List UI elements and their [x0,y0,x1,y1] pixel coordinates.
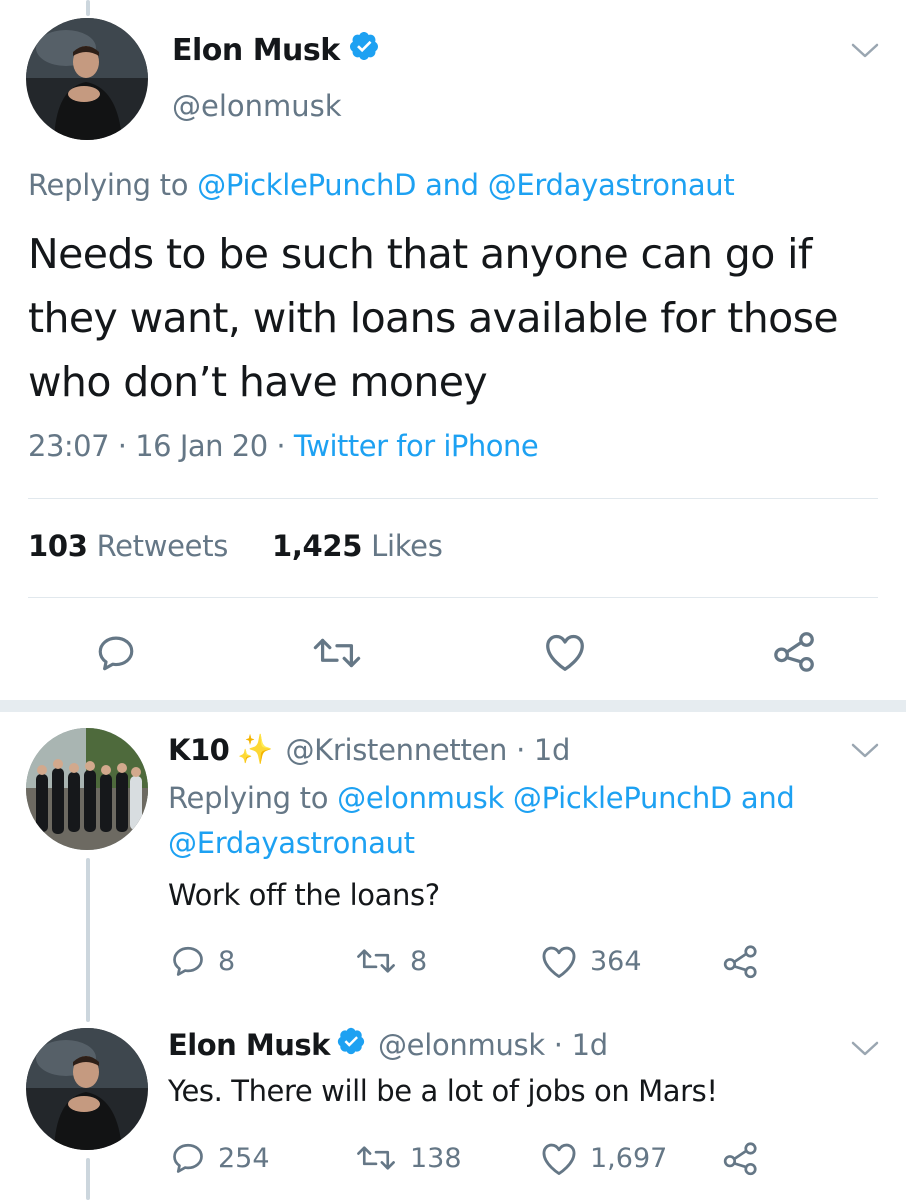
retweet-icon [313,638,361,668]
replying-user-link[interactable]: @PicklePunchD [197,168,416,202]
reply-icon [98,636,134,671]
reply-icon [173,1143,203,1173]
author-name[interactable]: Elon Musk [172,30,380,70]
meta-separator: · [516,732,525,767]
replying-user-link[interactable]: @Erdayastronaut [488,168,735,202]
chevron-down-icon[interactable] [850,42,880,60]
reply-author-handle[interactable]: @elonmusk [378,1028,545,1062]
replying-prefix: Replying to [28,168,189,202]
share-button[interactable] [722,1139,772,1177]
reply-count-button[interactable]: 254 [170,1140,270,1176]
thread-line-top [86,0,90,16]
meta-separator: · [276,429,286,463]
retweet-button[interactable] [310,634,364,672]
thread-line-bottom [86,1158,90,1200]
author-name-text[interactable]: Elon Musk [172,33,340,68]
reply-author-name[interactable]: K10 [168,733,230,767]
share-icon [723,1142,757,1176]
replying-to: Replying to @PicklePunchD and @Erdayastr… [28,168,735,202]
avatar-elonmusk-main[interactable] [26,18,148,140]
share-icon [774,632,814,672]
replying-and: and [740,781,795,815]
replying-prefix: Replying to [168,781,329,815]
likes-label: Likes [371,529,443,563]
share-button[interactable] [722,942,772,980]
tweet-time: 23:07 [28,429,110,463]
like-icon [542,946,576,978]
like-count-button[interactable]: 364 [540,944,642,979]
verified-badge-icon [336,1026,366,1063]
like-count: 1,697 [590,1143,668,1174]
retweet-icon [357,949,395,973]
reply-count: 8 [218,945,236,977]
avatar-elonmusk-reply[interactable] [26,1028,148,1150]
retweet-count-button[interactable]: 8 [354,945,427,977]
chevron-down-icon[interactable] [850,1040,880,1058]
tweet-text: Needs to be such that anyone can go if t… [28,230,839,406]
tweet-stats: 103 Retweets 1,425 Likes [28,529,443,563]
reply-age: 1d [533,732,571,767]
share-icon [723,945,757,979]
verified-badge-icon [348,30,380,70]
reply-author-handle[interactable]: @Kristennetten [285,733,507,767]
reply-handle-wrap: @elonmusk · 1d [378,1028,608,1062]
chevron-down-icon[interactable] [850,742,880,760]
thread-line-reply [86,858,90,1022]
reply-age: 1d [571,1027,609,1062]
retweets-count: 103 [28,529,88,563]
like-count: 364 [590,946,642,977]
reply-header: Elon Musk @elonmusk · 1d [168,1026,608,1063]
meta-separator: · [117,429,127,463]
retweet-count: 8 [410,945,428,977]
replying-to: Replying to @elonmusk @PicklePunchD and … [168,776,888,866]
reply-text: Work off the loans? [168,878,440,912]
reply-count-button[interactable]: 8 [170,943,235,979]
avatar-kristennetten[interactable] [26,728,148,850]
retweet-count: 138 [410,1142,462,1174]
reply-header: K10 ✨ @Kristennetten · 1d [168,732,570,767]
tweet-date: 16 Jan 20 [135,429,268,463]
likes-stat[interactable]: 1,425 Likes [272,529,443,563]
reply-author-name[interactable]: Elon Musk [168,1028,330,1062]
retweet-count-button[interactable]: 138 [354,1142,462,1174]
tweet-source-link[interactable]: Twitter for iPhone [294,429,539,463]
reply-handle-wrap: @Kristennetten · 1d [285,733,570,767]
reply-count: 254 [218,1142,270,1174]
replying-user-link[interactable]: @Erdayastronaut [168,826,415,860]
like-count-button[interactable]: 1,697 [540,1141,667,1176]
retweets-label: Retweets [96,529,229,563]
replying-user-link[interactable]: @elonmusk @PicklePunchD [337,781,732,815]
meta-separator: · [553,1027,563,1062]
author-handle[interactable]: @elonmusk [172,89,342,123]
divider [28,498,878,499]
like-icon [542,1143,576,1175]
reply-button[interactable] [94,632,138,674]
sparkles-emoji: ✨ [237,732,274,766]
reply-icon [173,946,203,976]
like-button[interactable] [543,632,587,672]
replying-and: and [425,168,479,202]
reply-text: Yes. There will be a lot of jobs on Mars… [168,1074,718,1108]
share-button[interactable] [772,628,818,674]
like-icon [546,634,584,671]
likes-count: 1,425 [271,529,363,563]
retweet-icon [357,1146,395,1170]
tweet-meta: 23:07 · 16 Jan 20 · Twitter for iPhone [28,429,539,463]
retweets-stat[interactable]: 103 Retweets [28,529,228,563]
divider [28,597,878,598]
section-separator [0,700,906,712]
